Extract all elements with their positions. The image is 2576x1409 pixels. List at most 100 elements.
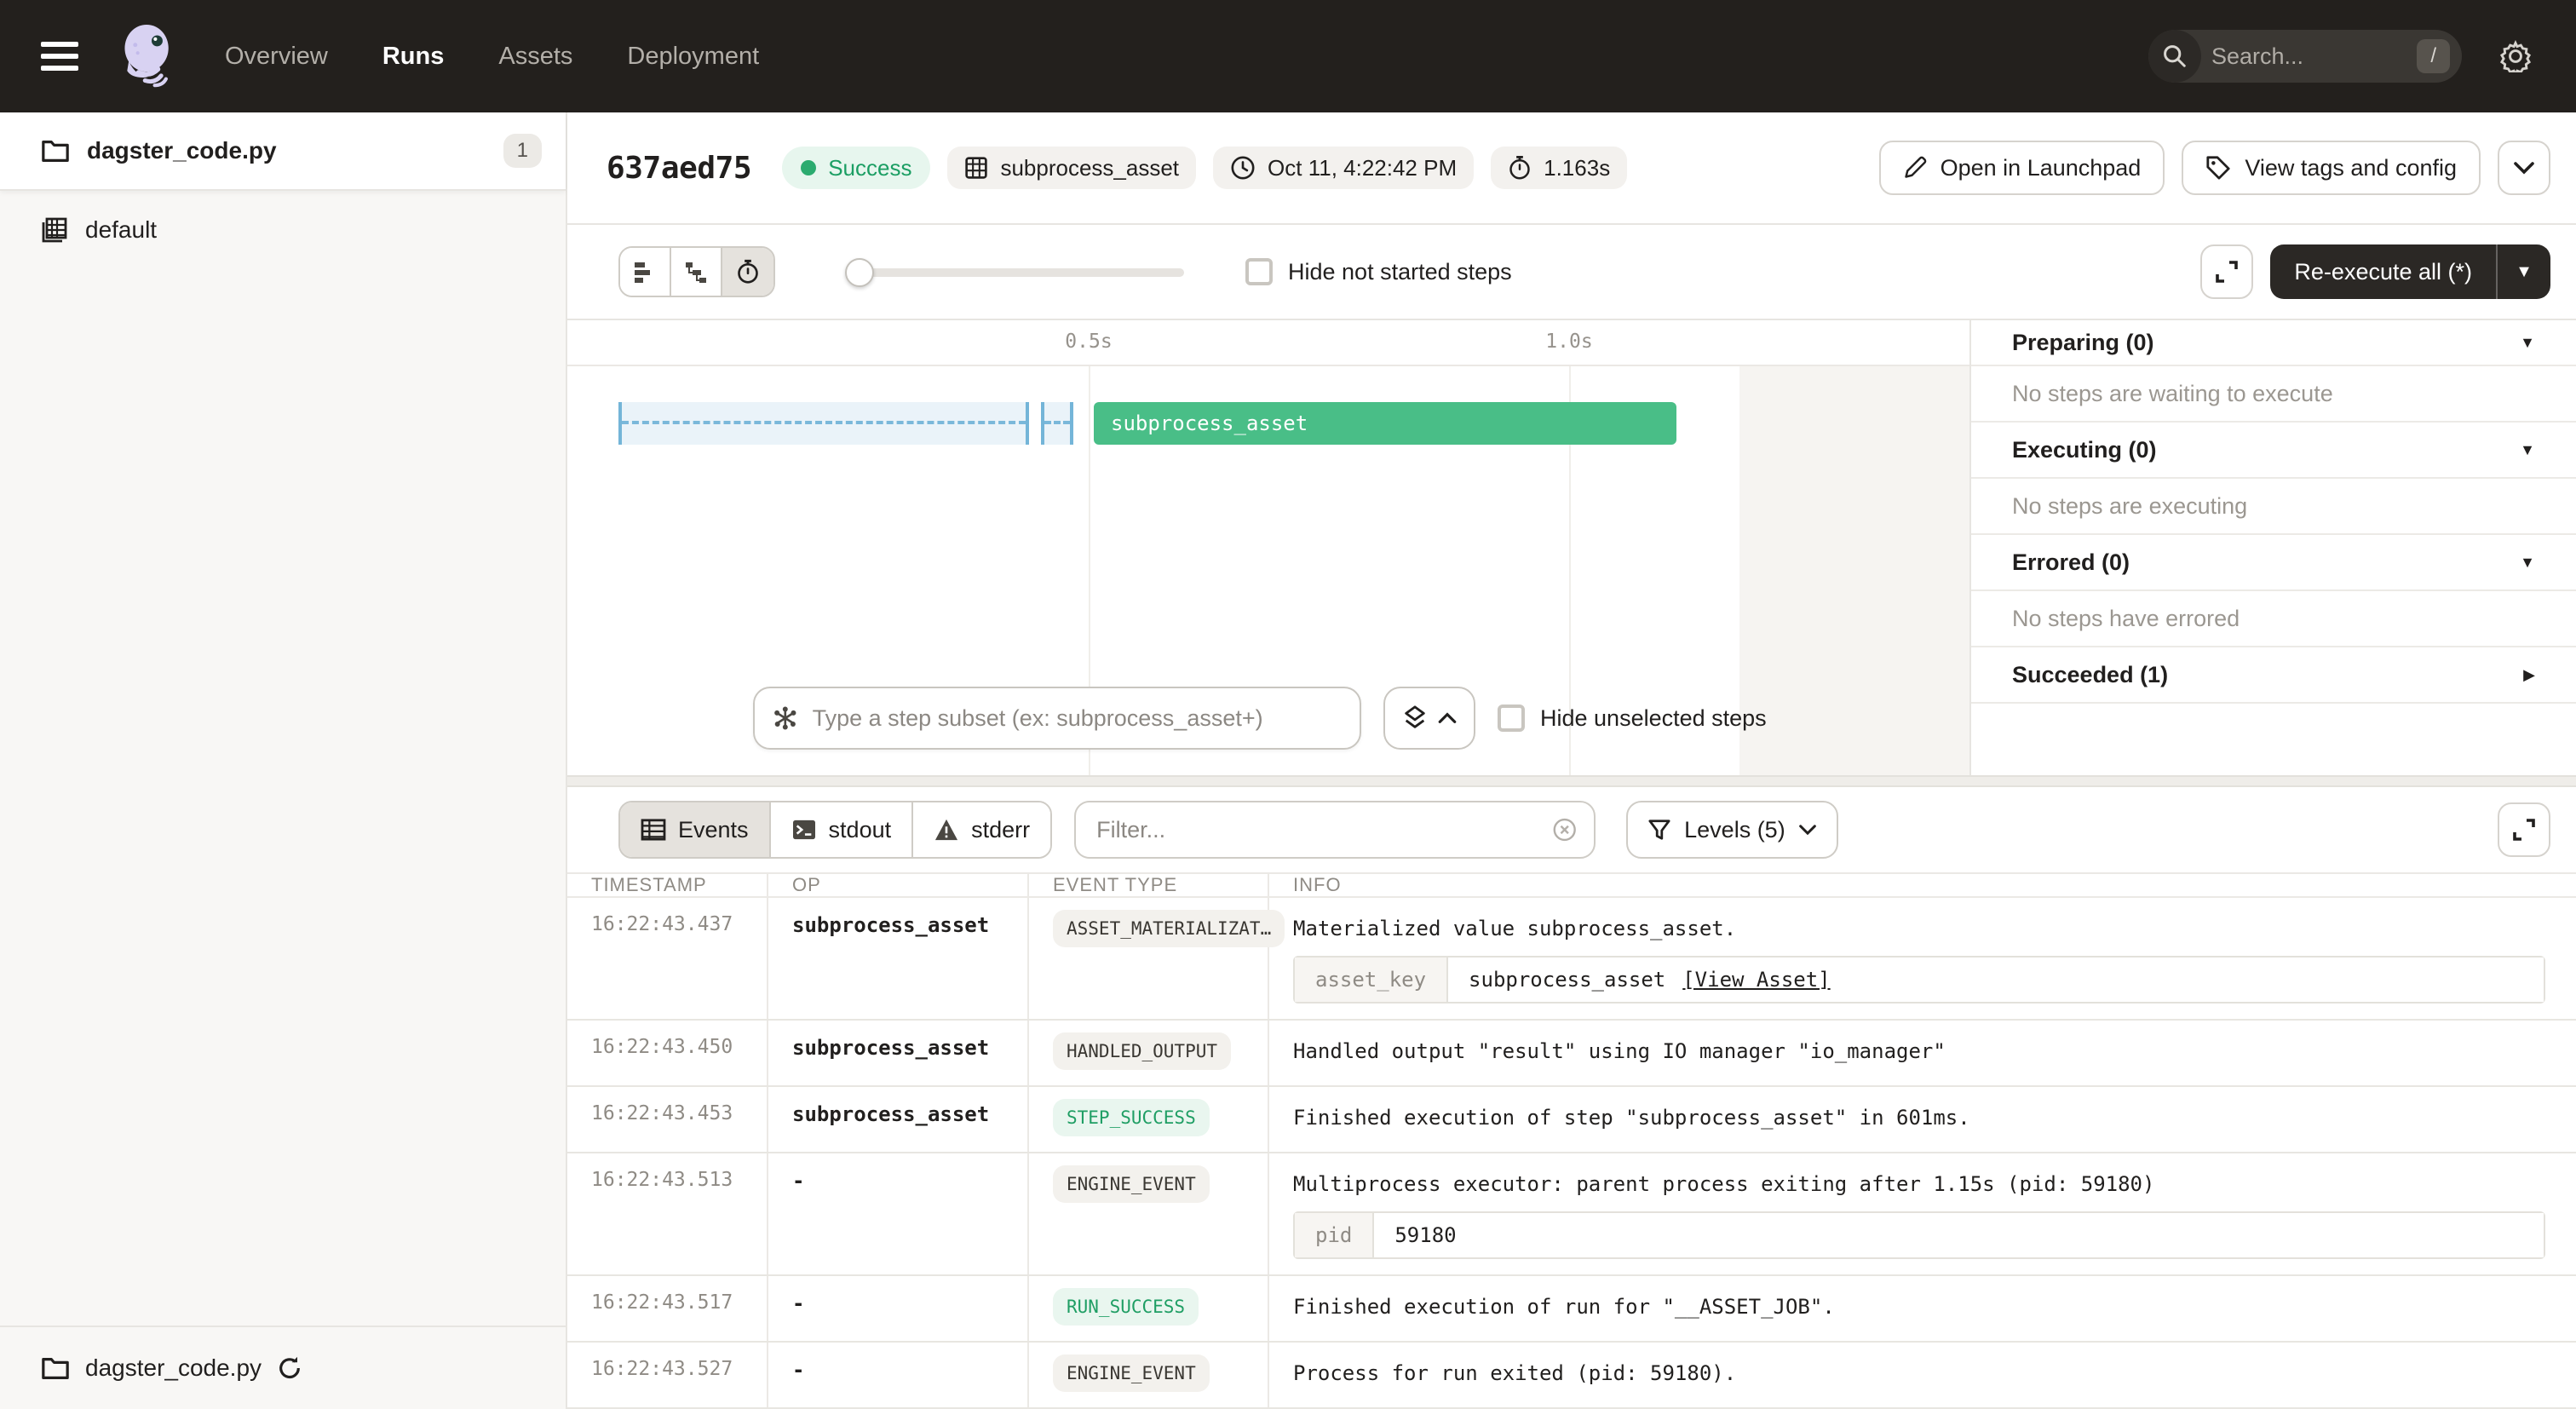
global-search[interactable]: / [2148,30,2462,83]
terminal-icon [791,819,817,841]
hide-unselected-checkbox[interactable] [1498,704,1525,732]
repo-location-header[interactable]: dagster_code.py 1 [0,112,566,191]
chevron-down-icon [2514,161,2534,175]
graph-options-button[interactable] [1383,687,1475,750]
events-table: TIMESTAMP OP EVENT TYPE INFO 16:22:43.43… [567,872,2576,1409]
reload-icon[interactable] [277,1355,302,1381]
event-metadata-box: asset_key subprocess_asset [View Asset] [1293,956,2545,1004]
repo-name: dagster_code.py [87,137,486,164]
event-info-text: Handled output "result" using IO manager… [1293,1039,2552,1063]
gantt-time-axis: 0.5s 1.0s [567,320,1969,366]
folder-icon [41,1355,70,1381]
section-message: No steps are executing [2012,493,2247,520]
log-filter-inputbox [1074,801,1596,859]
event-op: - [768,1153,1029,1274]
panel-splitter[interactable] [567,775,2576,787]
event-type-badge: RUN_SUCCESS [1053,1288,1199,1326]
run-duration-tag: 1.163s [1491,147,1627,189]
chevron-down-icon [1799,824,1816,836]
reexecute-all-button[interactable]: Re-execute all (*) [2270,244,2498,299]
step-bar-subprocess-asset[interactable]: subprocess_asset [1094,402,1676,445]
event-log-row[interactable]: 16:22:43.450 subprocess_asset HANDLED_OU… [567,1021,2576,1087]
dagster-logo[interactable] [116,22,181,90]
event-info-text: Multiprocess executor: parent process ex… [1293,1172,2552,1196]
event-info-text: Finished execution of run for "__ASSET_J… [1293,1295,2552,1319]
event-log-row[interactable]: 16:22:43.517 - RUN_SUCCESS Finished exec… [567,1276,2576,1343]
gantt-zoom-slider[interactable] [847,258,1184,285]
waterfall-view-icon [684,261,708,283]
stopwatch-icon [1508,155,1532,181]
event-type-cell: STEP_SUCCESS [1029,1087,1269,1152]
run-header-more-button[interactable] [2498,141,2550,195]
step-status-section-header[interactable]: Preparing (0) ▼ [1971,320,2576,366]
reexecute-options-arrow[interactable]: ▼ [2498,244,2550,299]
step-subset-inputbox [753,687,1361,750]
step-status-section-header[interactable]: Executing (0) ▼ [1971,423,2576,479]
gantt-chart[interactable]: 0.5s 1.0s subprocess_asset [567,320,1969,775]
event-log-row[interactable]: 16:22:43.453 subprocess_asset STEP_SUCCE… [567,1087,2576,1153]
waiting-bar-segment [1041,402,1073,445]
axis-tick: 0.5s [1065,331,1112,353]
status-dot [801,160,816,175]
events-fullscreen-button[interactable] [2498,802,2550,857]
event-timestamp: 16:22:43.437 [567,898,768,1019]
clear-filter-icon[interactable] [1552,816,1577,843]
hide-unselected-checkbox-row[interactable]: Hide unselected steps [1498,704,1767,732]
gantt-view-mode-group [618,246,775,297]
expand-icon [2512,818,2536,842]
step-status-section-message: No steps have errored [1971,591,2576,647]
view-mode-waterfall-button[interactable] [671,248,722,296]
run-start-time-tag: Oct 11, 4:22:42 PM [1213,147,1474,189]
axis-tick: 1.0s [1545,331,1592,353]
tab-stdout[interactable]: stdout [771,802,914,857]
col-op: OP [768,874,1029,896]
metadata-value: subprocess_asset [1469,968,1665,992]
section-caret-icon[interactable]: ▼ [2520,554,2535,572]
hide-not-started-checkbox-row[interactable]: Hide not started steps [1245,258,1512,285]
tab-stderr[interactable]: stderr [913,802,1050,857]
log-filter-input[interactable] [1096,817,1538,843]
view-asset-link[interactable]: [View Asset] [1682,968,1830,992]
step-status-section-header[interactable]: Errored (0) ▼ [1971,535,2576,591]
run-job-tag[interactable]: subprocess_asset [947,147,1196,189]
step-status-section-message: No steps are executing [1971,479,2576,535]
view-tags-config-button[interactable]: View tags and config [2182,141,2481,195]
search-input[interactable] [2201,43,2417,70]
event-op: - [768,1343,1029,1407]
reexecute-split-button: Re-execute all (*) ▼ [2270,244,2550,299]
sidebar-item-default-job[interactable]: default [0,191,566,269]
repo-count-badge: 1 [503,134,542,168]
event-log-row[interactable]: 16:22:43.527 - ENGINE_EVENT Process for … [567,1343,2576,1409]
top-nav-link[interactable]: Overview [225,43,328,71]
metadata-value: 59180 [1394,1223,1456,1247]
event-type-cell: HANDLED_OUTPUT [1029,1021,1269,1085]
top-nav-link[interactable]: Deployment [627,43,759,71]
section-message: No steps have errored [2012,606,2240,632]
levels-filter-button[interactable]: Levels (5) [1626,801,1838,859]
events-toolbar: Events stdout stderr Levels (5) [567,787,2576,872]
top-nav-link[interactable]: Assets [498,43,572,71]
hamburger-menu-icon[interactable] [41,42,78,71]
slider-thumb[interactable] [845,258,874,287]
event-type-badge: HANDLED_OUTPUT [1053,1032,1231,1070]
section-title: Executing (0) [2012,437,2520,463]
step-status-panel: Preparing (0) ▼ No steps are waiting to … [1969,320,2576,775]
section-caret-icon[interactable]: ▼ [2520,441,2535,459]
event-op: subprocess_asset [768,1087,1029,1152]
gantt-fullscreen-button[interactable] [2200,244,2253,299]
step-subset-input[interactable] [813,705,1343,732]
col-info: INFO [1269,874,2576,896]
section-caret-icon[interactable]: ▼ [2520,334,2535,352]
event-log-row[interactable]: 16:22:43.513 - ENGINE_EVENT Multiprocess… [567,1153,2576,1276]
open-in-launchpad-button[interactable]: Open in Launchpad [1879,141,2165,195]
step-status-section-header[interactable]: Succeeded (1) ▶ [1971,647,2576,704]
hide-not-started-checkbox[interactable] [1245,258,1273,285]
settings-gear-icon[interactable] [2499,40,2532,72]
view-mode-flat-button[interactable] [620,248,671,296]
event-timestamp: 16:22:43.527 [567,1343,768,1407]
section-caret-icon[interactable]: ▶ [2523,666,2535,684]
top-nav-link[interactable]: Runs [382,43,445,71]
view-mode-waterfall-timed-button[interactable] [722,248,773,296]
event-log-row[interactable]: 16:22:43.437 subprocess_asset ASSET_MATE… [567,898,2576,1021]
tab-events[interactable]: Events [620,802,771,857]
